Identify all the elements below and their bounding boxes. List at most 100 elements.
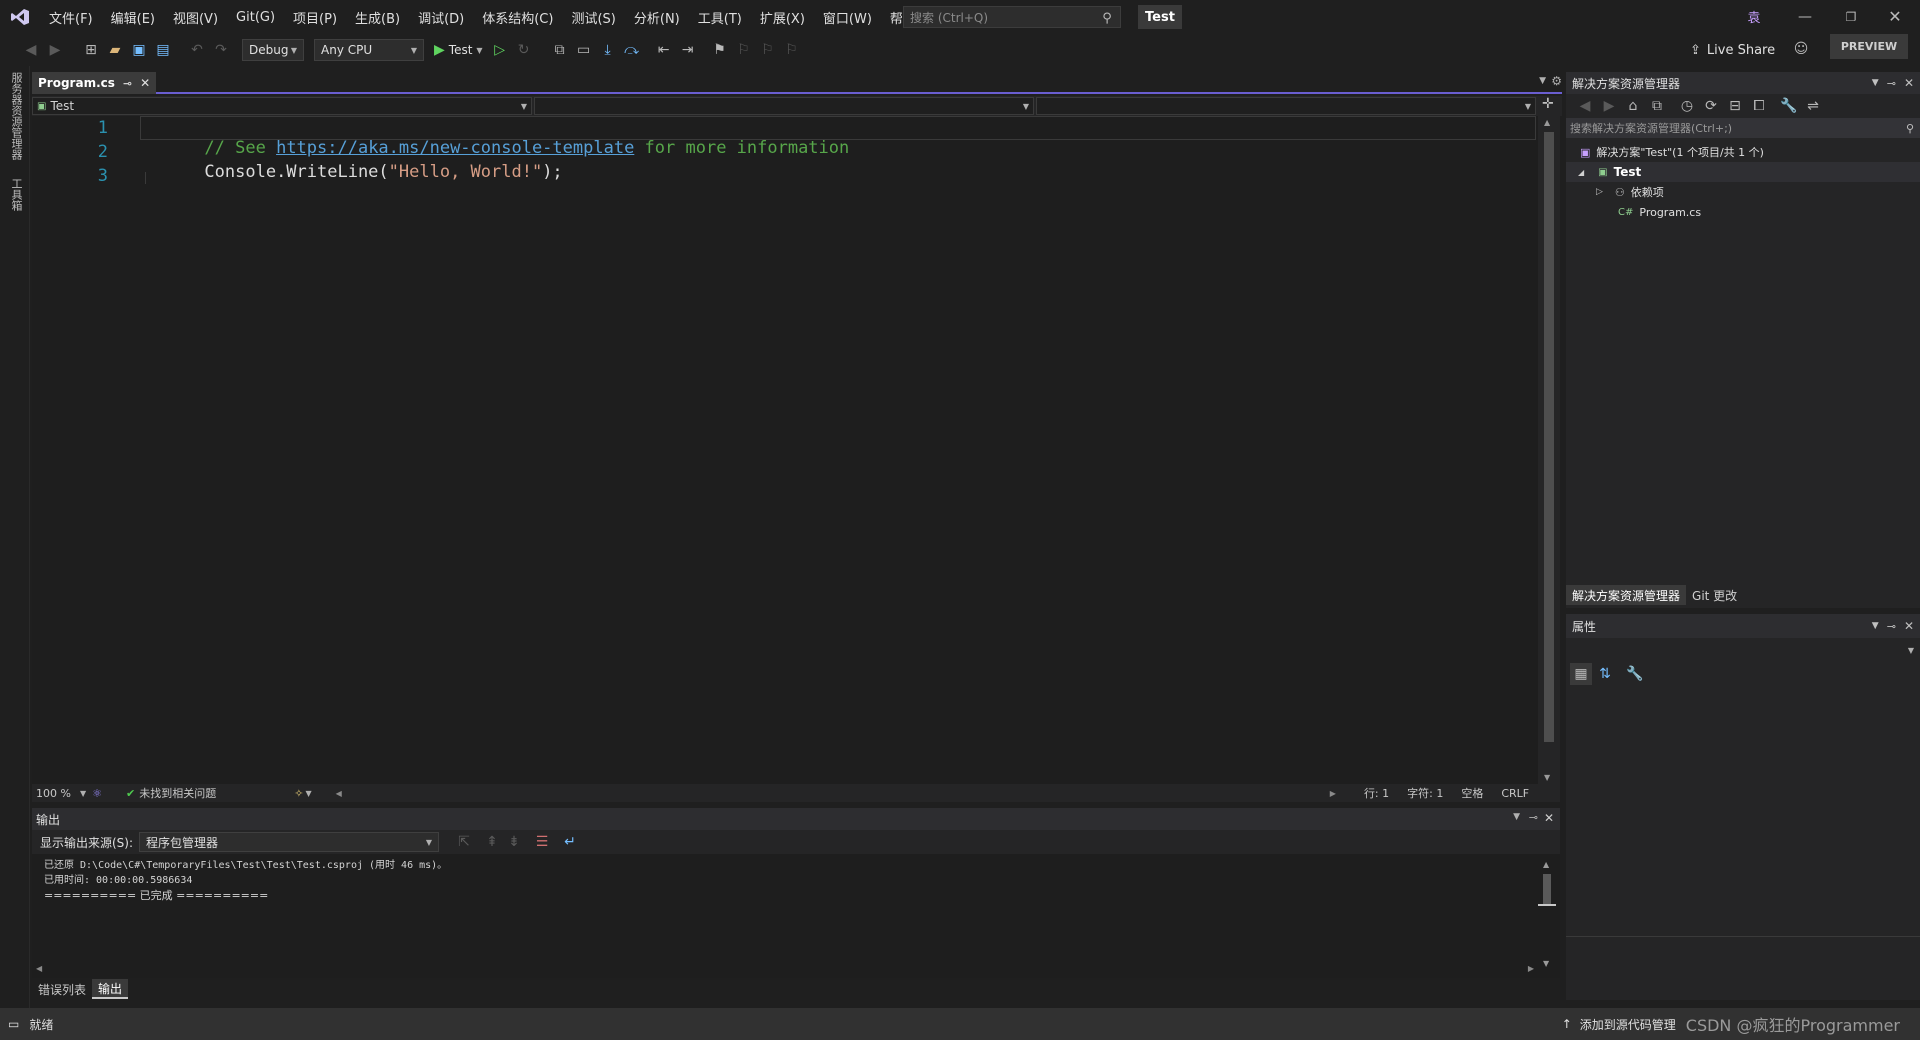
menu-window[interactable]: 窗口(W) (814, 0, 881, 34)
intellicode-icon[interactable]: ⚛ (92, 787, 102, 800)
output-horizontal-scrollbar[interactable]: ◀ ▶ (32, 964, 1538, 976)
pending-changes-icon[interactable]: ◷ (1676, 95, 1698, 117)
platform-select[interactable]: Any CPU ▼ (314, 39, 424, 61)
scroll-up-icon[interactable]: ▲ (1544, 118, 1550, 127)
menu-analyze[interactable]: 分析(N) (625, 0, 689, 34)
clear-bookmarks-icon[interactable]: ⚐ (781, 39, 803, 61)
undo-icon[interactable]: ↶ (186, 39, 208, 61)
back-icon[interactable]: ◀ (20, 39, 42, 61)
hot-reload-icon[interactable]: ↻ (513, 39, 535, 61)
step-over-icon[interactable]: ⤼ (621, 39, 643, 61)
panel-menu-icon[interactable]: ▼ (1872, 78, 1879, 88)
issues-status[interactable]: 未找到相关问题 (139, 785, 216, 801)
eol-indicator[interactable]: CRLF (1501, 787, 1529, 800)
tree-item-dependencies[interactable]: ▷ ⚇ 依赖项 (1566, 182, 1920, 202)
expanded-triangle-icon[interactable]: ◢ (1578, 168, 1584, 177)
scroll-down-icon[interactable]: ▼ (1544, 773, 1550, 782)
chevron-down-icon[interactable]: ▼ (80, 789, 86, 798)
scrollbar-thumb[interactable] (1543, 874, 1551, 904)
close-panel-icon[interactable]: ✕ (1904, 619, 1914, 633)
scroll-left-icon[interactable]: ◀ (36, 964, 42, 973)
start-debugging-button[interactable]: ▶ Test ▼ (434, 42, 483, 58)
tab-overflow-icon[interactable]: ▼ (1539, 76, 1546, 86)
menu-architecture[interactable]: 体系结构(C) (473, 0, 562, 34)
whitespace-indicator[interactable]: 空格 (1461, 785, 1483, 801)
save-all-icon[interactable]: ▤ (152, 39, 174, 61)
properties-object-select[interactable]: ▼ (1566, 638, 1920, 662)
close-tab-icon[interactable]: ✕ (140, 76, 150, 90)
menu-build[interactable]: 生成(B) (346, 0, 409, 34)
categorized-icon[interactable]: ▦ (1570, 663, 1592, 685)
next-message-icon[interactable]: ⇟ (503, 831, 525, 853)
home-icon[interactable]: ⌂ (1622, 95, 1644, 117)
bookmark-icon[interactable]: ⚑ (709, 39, 731, 61)
tab-program-cs[interactable]: Program.cs ⊸ ✕ (32, 72, 157, 94)
type-navigation-select[interactable]: ▼ (534, 97, 1034, 115)
word-wrap-icon[interactable]: ↵ (559, 831, 581, 853)
back-icon[interactable]: ◀ (1574, 95, 1596, 117)
tab-error-list[interactable]: 错误列表 (32, 981, 92, 998)
redo-icon[interactable]: ↷ (210, 39, 232, 61)
forward-icon[interactable]: ▶ (1598, 95, 1620, 117)
tab-git-changes[interactable]: Git 更改 (1686, 587, 1743, 604)
live-share-button[interactable]: ⇪ Live Share (1690, 38, 1775, 62)
pin-icon[interactable]: ⊸ (123, 77, 132, 90)
tab-solution-explorer[interactable]: 解决方案资源管理器 (1566, 585, 1687, 605)
tab-output[interactable]: 输出 (92, 979, 129, 999)
toolbox-tab[interactable]: 工具箱 (8, 178, 24, 211)
new-project-icon[interactable]: ⊞ (80, 39, 102, 61)
outdent-icon[interactable]: ⇤ (653, 39, 675, 61)
property-pages-icon[interactable]: 🔧 (1624, 663, 1646, 685)
code-editor[interactable]: 1 2 3 // See https://aka.ms/new-console-… (32, 116, 1538, 784)
close-panel-icon[interactable]: ✕ (1544, 811, 1554, 825)
zoom-level[interactable]: 100 % (36, 787, 80, 800)
preview-selected-icon[interactable]: ⇌ (1802, 95, 1824, 117)
sync-icon[interactable]: ⟳ (1700, 95, 1722, 117)
feedback-icon[interactable]: ☺ (1790, 38, 1812, 60)
close-panel-icon[interactable]: ✕ (1904, 76, 1914, 90)
output-text[interactable]: 已还原 D:\Code\C#\TemporaryFiles\Test\Test\… (44, 858, 447, 903)
pin-icon[interactable]: ⊸ (1529, 811, 1538, 824)
switch-views-icon[interactable]: ⧉ (1646, 95, 1668, 117)
save-icon[interactable]: ▣ (128, 39, 150, 61)
clear-all-icon[interactable]: ☰ (531, 831, 553, 853)
configuration-select[interactable]: Debug ▼ (242, 39, 304, 61)
layout-icon[interactable]: ▭ (573, 39, 595, 61)
menu-tools[interactable]: 工具(T) (689, 0, 751, 34)
scroll-left-icon[interactable]: ◀ (336, 789, 342, 798)
open-folder-icon[interactable]: ▰ (104, 39, 126, 61)
chevron-down-icon[interactable]: ▼ (305, 789, 311, 798)
menu-project[interactable]: 项目(P) (284, 0, 346, 34)
scroll-right-icon[interactable]: ▶ (1528, 964, 1534, 973)
scroll-right-icon[interactable]: ▶ (1330, 789, 1336, 798)
preview-badge[interactable]: PREVIEW (1830, 34, 1908, 59)
prev-message-icon[interactable]: ⇞ (481, 831, 503, 853)
collapse-all-icon[interactable]: ⊟ (1724, 95, 1746, 117)
member-navigation-select[interactable]: ▼ (1036, 97, 1536, 115)
panel-menu-icon[interactable]: ▼ (1513, 812, 1520, 822)
char-indicator[interactable]: 字符: 1 (1407, 785, 1443, 801)
settings-gear-icon[interactable]: ⚙ (1551, 74, 1562, 88)
pin-icon[interactable]: ⊸ (1887, 620, 1896, 633)
find-message-icon[interactable]: ⇱ (453, 831, 475, 853)
menu-view[interactable]: 视图(V) (164, 0, 227, 34)
next-bookmark-icon[interactable]: ⚐ (757, 39, 779, 61)
alphabetical-icon[interactable]: ⇅ (1594, 663, 1616, 685)
properties-wrench-icon[interactable]: 🔧 (1778, 95, 1800, 117)
browse-icon[interactable]: ⧉ (549, 39, 571, 61)
tree-item-project[interactable]: ◢ ▣ Test (1566, 162, 1920, 182)
prev-bookmark-icon[interactable]: ⚐ (733, 39, 755, 61)
close-window-icon[interactable]: ✕ (1884, 6, 1906, 28)
scrollbar-thumb[interactable] (1544, 132, 1554, 742)
step-into-icon[interactable]: ⤓ (597, 39, 619, 61)
menu-debug[interactable]: 调试(D) (409, 0, 473, 34)
scroll-down-icon[interactable]: ▼ (1543, 959, 1549, 968)
editor-vertical-scrollbar[interactable]: ▲ ▼ (1538, 116, 1560, 784)
start-without-debugging-icon[interactable]: ▷ (489, 39, 511, 61)
indent-icon[interactable]: ⇥ (677, 39, 699, 61)
solution-search-input[interactable]: 搜索解决方案资源管理器(Ctrl+;) ⚲ (1566, 118, 1920, 138)
menu-test[interactable]: 测试(S) (562, 0, 624, 34)
split-editor-icon[interactable]: ✛ (1542, 96, 1554, 112)
collapsed-triangle-icon[interactable]: ▷ (1596, 187, 1603, 197)
project-navigation-select[interactable]: ▣ Test ▼ (32, 97, 532, 115)
